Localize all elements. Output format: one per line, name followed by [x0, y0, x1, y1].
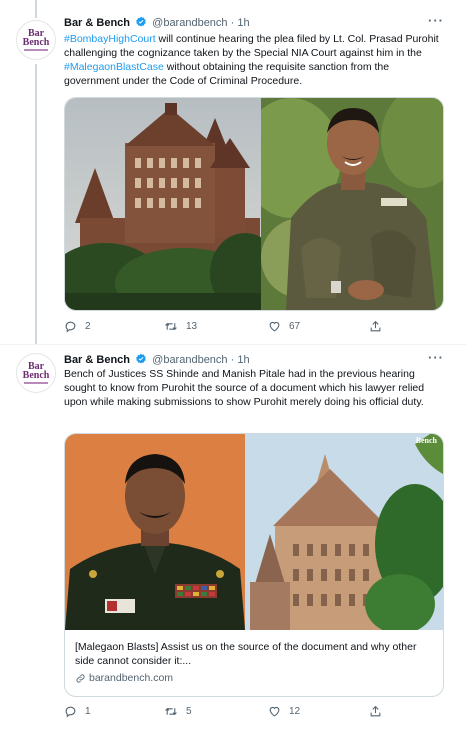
verified-icon: [135, 16, 147, 32]
tweet-media[interactable]: [64, 97, 444, 311]
like-count: 12: [289, 706, 301, 717]
tweet-header: Bar & Bench @barandbench · 1h: [64, 16, 250, 32]
link-card[interactable]: Bench [Malegaon Blasts] Assist us on the…: [64, 433, 444, 697]
share-icon: [370, 320, 381, 332]
share-button[interactable]: [369, 320, 382, 333]
retweet-icon: [165, 708, 177, 715]
reply-count: 2: [85, 321, 91, 332]
thread-line: [35, 0, 37, 18]
user-handle[interactable]: @barandbench: [152, 17, 227, 29]
avatar[interactable]: Bar Bench: [16, 20, 56, 60]
reply-button[interactable]: 1: [64, 705, 91, 718]
more-icon[interactable]: ···: [428, 13, 444, 28]
tweet-2[interactable]: Bar Bench Bar & Bench @barandbench · 1h …: [0, 345, 466, 729]
link-icon: [76, 673, 85, 683]
user-handle[interactable]: @barandbench: [152, 354, 227, 366]
tweet-actions: 2 13 67: [64, 320, 394, 336]
avatar[interactable]: Bar Bench: [16, 353, 56, 393]
tweet-text: #BombayHighCourt will continue hearing t…: [64, 32, 444, 88]
display-name[interactable]: Bar & Bench: [64, 17, 130, 29]
watermark-logo: Bench: [415, 436, 437, 445]
retweet-icon: [165, 323, 177, 330]
separator-dot: ·: [230, 17, 235, 29]
card-domain[interactable]: barandbench.com: [75, 672, 173, 684]
tweet-text: Bench of Justices SS Shinde and Manish P…: [64, 368, 425, 408]
retweet-button[interactable]: 5: [164, 705, 192, 718]
like-count: 67: [289, 321, 301, 332]
officer-photo[interactable]: [261, 98, 443, 310]
hashtag-link[interactable]: #BombayHighCourt: [64, 33, 156, 45]
card-title[interactable]: [Malegaon Blasts] Assist us on the sourc…: [75, 640, 433, 668]
officer-photo: [65, 434, 245, 630]
thread-line: [35, 64, 37, 344]
court-building-photo: [245, 434, 443, 630]
display-name[interactable]: Bar & Bench: [64, 354, 130, 366]
reply-icon: [65, 321, 76, 333]
share-icon: [370, 705, 381, 717]
card-domain-text: barandbench.com: [89, 672, 174, 684]
avatar-underline: [24, 49, 48, 51]
share-button[interactable]: [369, 705, 382, 718]
retweet-count: 13: [186, 321, 198, 332]
avatar-underline: [24, 382, 48, 384]
like-button[interactable]: 67: [268, 320, 300, 333]
tweet-1[interactable]: Bar Bench Bar & Bench @barandbench · 1h …: [0, 0, 466, 344]
avatar-text-bottom: Bench: [22, 37, 50, 48]
like-icon: [269, 321, 280, 332]
retweet-button[interactable]: 13: [164, 320, 197, 333]
court-building-photo[interactable]: [65, 98, 261, 310]
avatar-text-bottom: Bench: [22, 370, 50, 381]
reply-button[interactable]: 2: [64, 320, 91, 333]
more-icon[interactable]: ···: [428, 350, 444, 365]
like-icon: [269, 706, 280, 717]
reply-count: 1: [85, 706, 91, 717]
retweet-count: 5: [186, 706, 192, 717]
timestamp[interactable]: 1h: [237, 354, 249, 366]
separator-dot: ·: [230, 354, 235, 366]
reply-icon: [65, 706, 76, 718]
tweet-actions: 1 5 12: [64, 705, 394, 721]
hashtag-link[interactable]: #MalegaonBlastCase: [64, 61, 164, 73]
timestamp[interactable]: 1h: [237, 17, 249, 29]
like-button[interactable]: 12: [268, 705, 300, 718]
